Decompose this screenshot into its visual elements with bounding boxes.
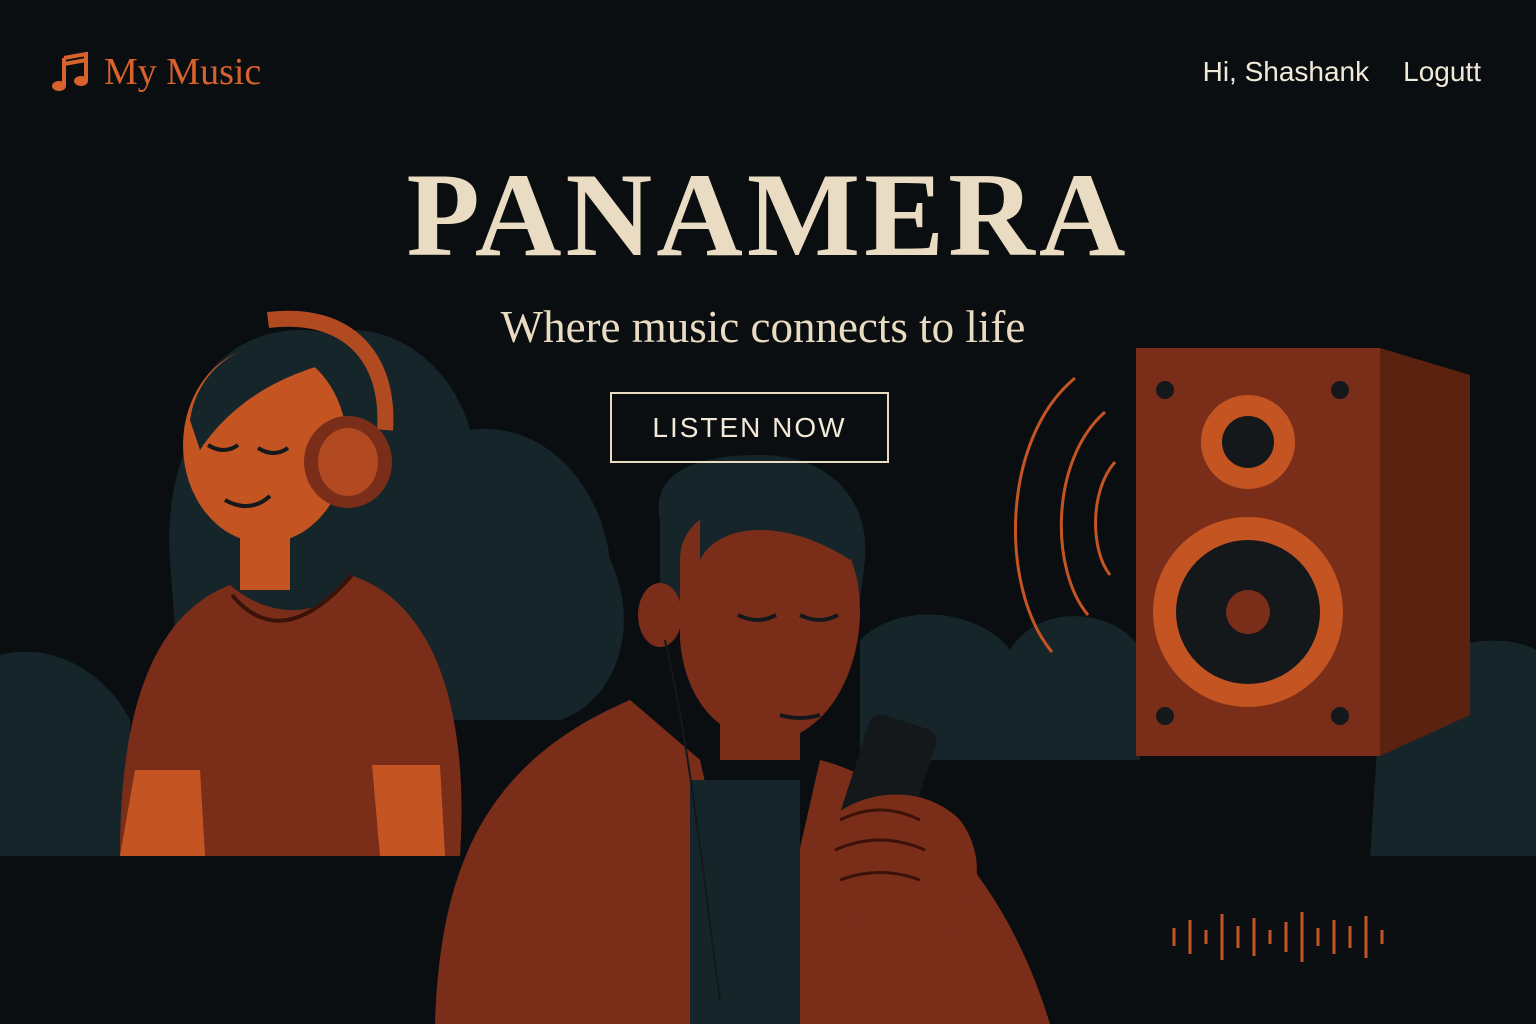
brand-label: My Music (104, 51, 262, 93)
sound-waves-icon (1014, 376, 1117, 653)
hero-title: PANAMERA (406, 148, 1130, 281)
user-greeting: Hi, Shashank (1202, 56, 1370, 87)
speaker (1136, 348, 1470, 756)
logout-link[interactable]: Logutt (1403, 52, 1481, 92)
brand-logo[interactable]: My Music (52, 48, 261, 96)
listen-now-button[interactable]: LISTEN NOW (610, 392, 889, 463)
hero-subtitle: Where music connects to life (500, 302, 1026, 352)
user-menu: Hi, Shashank Logutt (1203, 52, 1481, 92)
music-note-icon (52, 51, 88, 91)
top-navigation: My Music Hi, Shashank Logutt (0, 0, 1536, 150)
